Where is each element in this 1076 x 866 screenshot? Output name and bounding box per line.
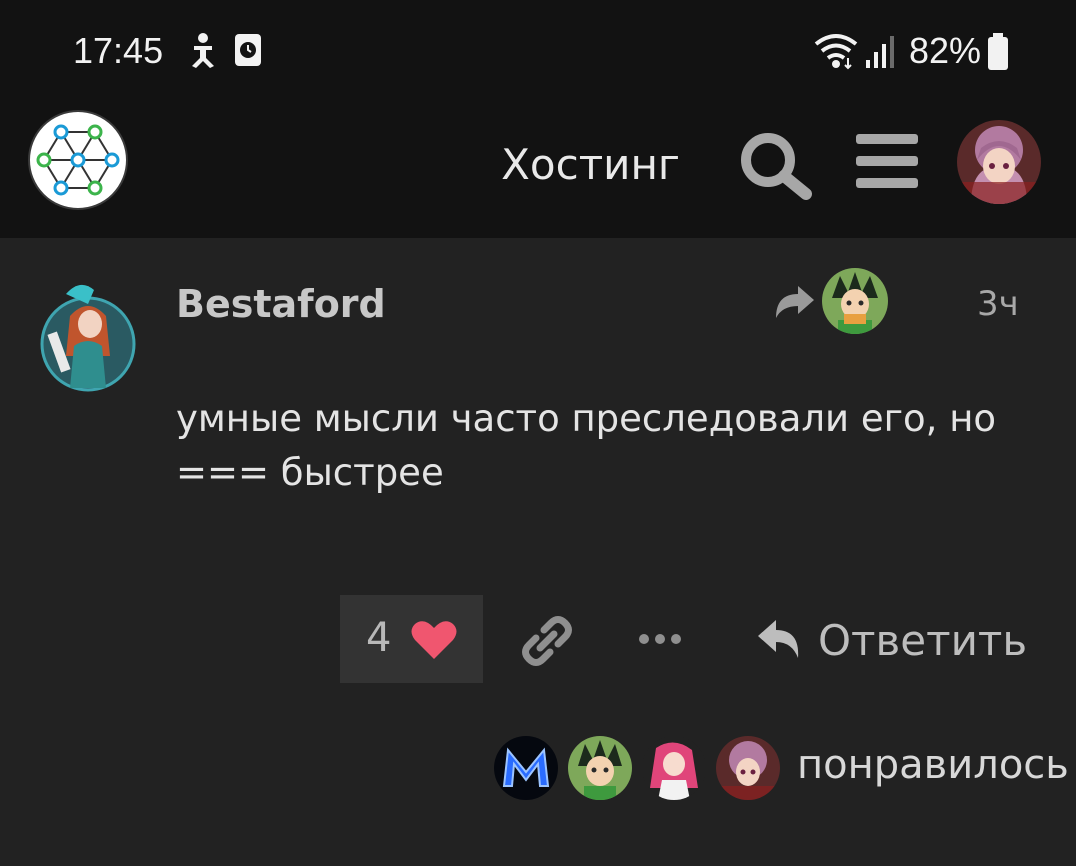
search-icon[interactable] xyxy=(738,130,814,200)
status-bar: 17:45 82% xyxy=(0,0,1076,100)
post-author-avatar[interactable] xyxy=(40,276,136,394)
signal-icon xyxy=(866,36,894,68)
post-author-name[interactable]: Bestaford xyxy=(176,282,386,326)
liker-avatar-image-icon xyxy=(642,736,706,800)
heart-icon xyxy=(411,621,457,659)
reply-to-arrow-icon xyxy=(776,286,814,318)
liker-avatar[interactable] xyxy=(716,736,780,800)
battery-icon xyxy=(988,33,1008,70)
post-body: умные мысли часто преследовали его, но =… xyxy=(176,392,1036,500)
site-header: Хостинг xyxy=(0,100,1076,238)
liker-avatar-image-icon xyxy=(716,736,780,800)
liked-by-label[interactable]: понравилось xyxy=(797,742,1069,788)
current-user-avatar[interactable] xyxy=(957,120,1041,204)
reply-to-avatar[interactable] xyxy=(822,268,888,334)
reply-label: Ответить xyxy=(818,616,1028,665)
like-count: 4 xyxy=(366,615,392,661)
like-button[interactable]: 4 xyxy=(340,595,483,683)
post-body-line: === быстрее xyxy=(176,451,444,494)
site-logo[interactable] xyxy=(28,110,128,210)
post-timestamp[interactable]: 3ч xyxy=(977,284,1019,324)
avatar-image-icon xyxy=(957,120,1041,204)
battery-percentage: 82% xyxy=(909,30,982,71)
reply-to-avatar-image-icon xyxy=(822,268,888,334)
page-title: Хостинг xyxy=(501,140,680,189)
liker-avatar[interactable] xyxy=(494,736,558,800)
accessibility-icon xyxy=(192,33,214,68)
liker-avatar-image-icon xyxy=(494,736,558,800)
more-options-icon[interactable] xyxy=(636,626,684,652)
status-time: 17:45 xyxy=(73,30,164,71)
network-hexagon-logo-icon xyxy=(36,124,120,196)
author-avatar-image-icon xyxy=(40,284,136,392)
liker-avatar[interactable] xyxy=(642,736,706,800)
liker-avatar-image-icon xyxy=(568,736,632,800)
hamburger-menu-icon[interactable] xyxy=(856,134,918,188)
wifi-icon xyxy=(814,34,858,70)
likers-row: понравилось xyxy=(494,736,1074,802)
reply-icon xyxy=(758,620,799,658)
screen-record-icon xyxy=(235,34,261,66)
liker-avatar[interactable] xyxy=(568,736,632,800)
copy-link-icon[interactable] xyxy=(522,616,572,666)
post-body-line: умные мысли часто преследовали его, но xyxy=(176,397,997,440)
